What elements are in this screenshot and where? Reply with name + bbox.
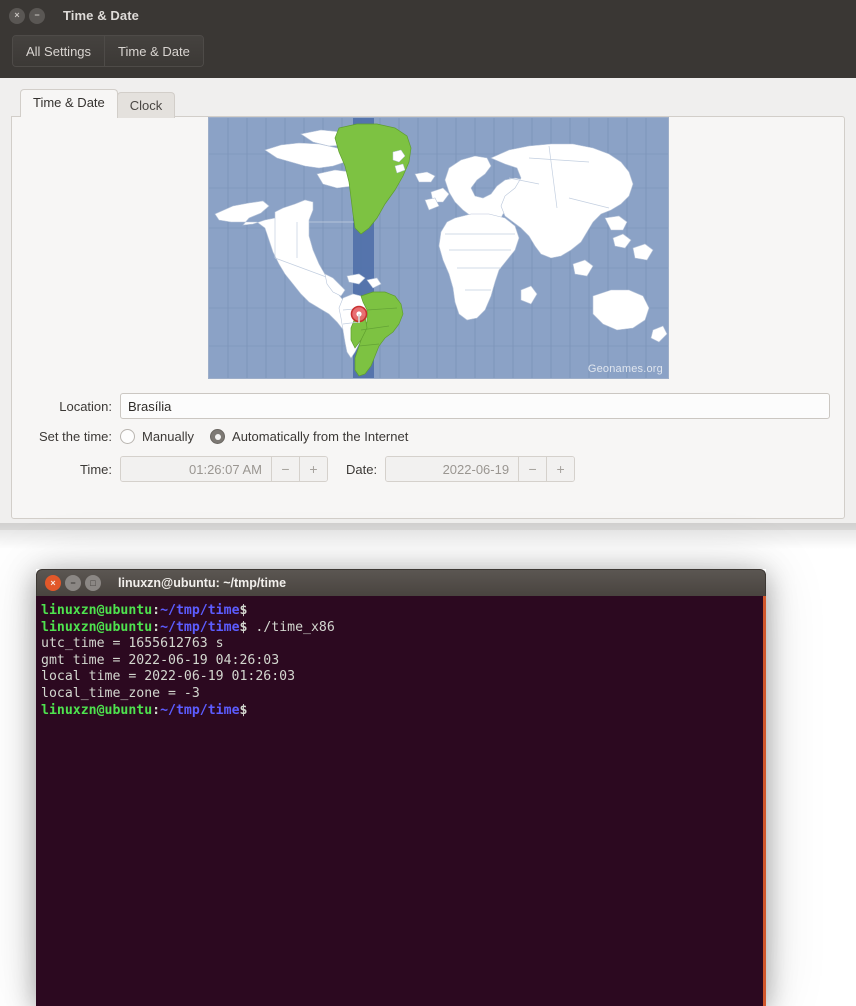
- settings-form: Location: Set the time: Manually Automat…: [12, 393, 844, 492]
- terminal-title: linuxzn@ubuntu: ~/tmp/time: [118, 576, 287, 590]
- radio-automatic-label: Automatically from the Internet: [232, 429, 409, 444]
- maximize-glyph: □: [90, 577, 96, 588]
- date-spinner[interactable]: 2022-06-19 − +: [385, 456, 576, 482]
- minimize-icon[interactable]: −: [29, 7, 45, 24]
- screen: × − Time & Date All Settings Time & Date…: [0, 0, 856, 1006]
- close-glyph: ×: [14, 10, 20, 20]
- toolbar-button-group: All Settings Time & Date: [12, 35, 204, 67]
- date-increment-button[interactable]: +: [546, 457, 575, 481]
- tab-panel-time-and-date: Geonames.org Location: Set the time: Man…: [11, 116, 845, 519]
- time-label: Time:: [79, 461, 112, 477]
- radio-manually-label: Manually: [142, 429, 195, 444]
- all-settings-button[interactable]: All Settings: [13, 36, 106, 66]
- location-label: Location:: [59, 398, 112, 414]
- prompt-path: ~/tmp/time: [160, 619, 240, 635]
- prompt-path: ~/tmp/time: [160, 603, 240, 618]
- location-input[interactable]: [120, 393, 830, 419]
- time-spinner[interactable]: 01:26:07 AM − +: [120, 456, 328, 482]
- time-increment-button[interactable]: +: [299, 457, 327, 481]
- terminal-output-line: local time = 2022-06-19 01:26:03: [41, 669, 296, 685]
- minimize-glyph: −: [70, 577, 76, 588]
- terminal-output-line: local_time_zone = -3: [41, 685, 200, 701]
- set-time-label: Set the time:: [39, 429, 112, 444]
- terminal-titlebar: × − □ linuxzn@ubuntu: ~/tmp/time: [36, 569, 766, 596]
- prompt-separator: :: [152, 702, 161, 718]
- settings-body: Time & Date Clock Geonames.org Location:…: [0, 78, 856, 530]
- date-decrement-button[interactable]: −: [518, 457, 547, 481]
- maximize-icon[interactable]: □: [85, 575, 101, 591]
- map-attribution: Geonames.org: [587, 363, 663, 375]
- prompt-dollar: $: [239, 603, 248, 618]
- time-decrement-button[interactable]: −: [271, 457, 299, 481]
- terminal-line: linuxzn@ubuntu:~/tmp/time$: [41, 603, 766, 620]
- terminal-command: ./time_x86: [247, 619, 335, 635]
- radio-option-automatic[interactable]: Automatically from the Internet: [210, 429, 408, 444]
- time-date-row: Time: 01:26:07 AM − + Date: 2022-06-19 −…: [12, 456, 844, 482]
- date-value[interactable]: 2022-06-19: [386, 457, 519, 481]
- prompt-path: ~/tmp/time: [160, 702, 240, 718]
- tab-clock[interactable]: Clock: [116, 92, 176, 118]
- terminal-output-line: gmt time = 2022-06-19 04:26:03: [41, 652, 280, 668]
- prompt-separator: :: [152, 603, 161, 618]
- prompt-user-host: linuxzn@ubuntu: [41, 603, 153, 618]
- minimize-glyph: −: [34, 10, 40, 20]
- terminal-scrollbar[interactable]: [763, 596, 766, 1006]
- close-icon[interactable]: ×: [9, 7, 25, 24]
- terminal-window: × − □ linuxzn@ubuntu: ~/tmp/time linuxzn…: [36, 569, 766, 1006]
- terminal-line: linuxzn@ubuntu:~/tmp/time$ ./time_x86: [41, 620, 766, 637]
- date-label: Date:: [346, 461, 378, 477]
- prompt-user-host: linuxzn@ubuntu: [41, 702, 153, 718]
- tab-time-and-date[interactable]: Time & Date: [20, 89, 118, 117]
- close-icon[interactable]: ×: [45, 575, 61, 591]
- close-glyph: ×: [50, 577, 56, 588]
- terminal-line: linuxzn@ubuntu:~/tmp/time$: [41, 703, 766, 720]
- world-map-graphic: [209, 118, 668, 378]
- terminal-output[interactable]: linuxzn@ubuntu:~/tmp/time$ linuxzn@ubuntu…: [37, 596, 766, 719]
- prompt-user-host: linuxzn@ubuntu: [41, 619, 153, 635]
- radio-manually-icon[interactable]: [120, 429, 135, 444]
- window-title: Time & Date: [63, 8, 139, 23]
- prompt-dollar: $: [239, 702, 248, 718]
- set-time-row: Set the time: Manually Automatically fro…: [12, 429, 844, 444]
- settings-titlebar: × − Time & Date: [0, 0, 856, 31]
- time-and-date-button[interactable]: Time & Date: [105, 36, 203, 66]
- settings-toolbar: All Settings Time & Date: [0, 31, 856, 78]
- radio-option-manually[interactable]: Manually: [120, 429, 194, 444]
- terminal-body[interactable]: linuxzn@ubuntu:~/tmp/time$ linuxzn@ubuntu…: [36, 596, 766, 1006]
- time-and-date-window: × − Time & Date All Settings Time & Date…: [0, 0, 856, 530]
- time-value[interactable]: 01:26:07 AM: [121, 457, 271, 481]
- minimize-icon[interactable]: −: [65, 575, 81, 591]
- prompt-separator: :: [152, 619, 161, 635]
- radio-automatic-icon[interactable]: [210, 429, 226, 444]
- timezone-map[interactable]: Geonames.org: [208, 117, 669, 379]
- tab-bar: Time & Date Clock: [11, 89, 845, 118]
- terminal-output-line: utc_time = 1655612763 s: [41, 636, 224, 652]
- location-row: Location:: [12, 393, 844, 419]
